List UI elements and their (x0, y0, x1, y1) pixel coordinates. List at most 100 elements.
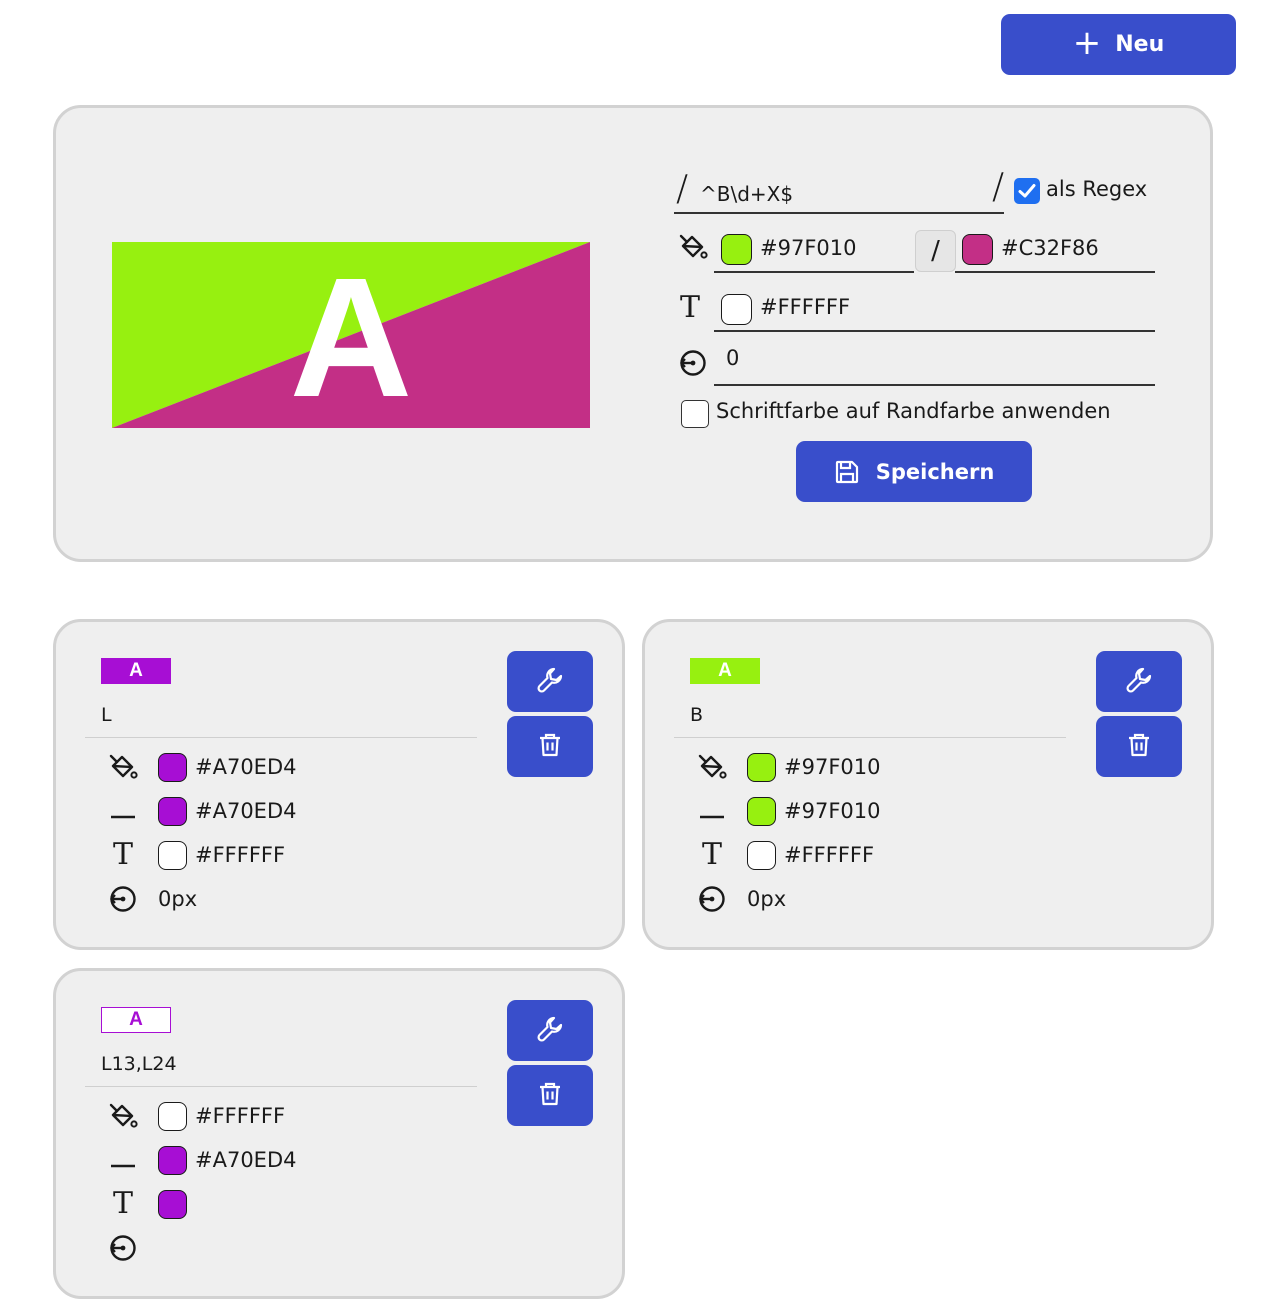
card-badge: A (101, 1007, 171, 1033)
card-border-value: #97F010 (784, 799, 881, 823)
card-badge: A (690, 658, 760, 684)
save-button[interactable]: Speichern (796, 441, 1032, 502)
text-t-icon: T (680, 290, 701, 325)
card-text-swatch (158, 1189, 187, 1219)
editor-panel: A / ^B\d+X$ / als Regex #97F010 / #C32F8… (53, 105, 1213, 562)
card-fill-swatch (747, 752, 776, 782)
as-regex-label: als Regex (1046, 177, 1148, 201)
radius-icon (106, 884, 140, 914)
preview-badge: A (112, 242, 590, 428)
text-color-field[interactable]: #FFFFFF (714, 286, 1155, 332)
swap-label: / (931, 236, 940, 266)
card-divider (674, 737, 1066, 738)
fill-color-b-field[interactable]: #C32F86 (955, 227, 1155, 273)
card-name: L (101, 704, 112, 726)
card-prop-text: T #FFFFFF (695, 837, 874, 873)
as-regex-checkbox[interactable] (1014, 178, 1040, 204)
new-button-label: Neu (1115, 32, 1165, 57)
line-icon (106, 796, 140, 826)
fill-color-b-swatch[interactable] (962, 234, 993, 265)
edit-button[interactable] (507, 651, 593, 712)
wrench-icon (1124, 665, 1154, 699)
style-card: A L13,L24 #FFFFFF #A70ED4 T (53, 968, 625, 1299)
line-icon (106, 1145, 140, 1175)
card-border-swatch (158, 1145, 187, 1175)
edit-button[interactable] (507, 1000, 593, 1061)
fill-color-a-swatch[interactable] (721, 234, 752, 265)
card-prop-border: #A70ED4 (106, 1142, 296, 1178)
preview-letter: A (289, 243, 413, 428)
radius-field[interactable]: 0 (714, 340, 1155, 386)
card-border-swatch (158, 796, 187, 826)
card-border-swatch (747, 796, 776, 826)
regex-input[interactable]: / ^B\d+X$ (674, 168, 1004, 214)
style-card: A B #97F010 #97F010 T #FFFFFF 0px (642, 619, 1214, 950)
fill-color-a-value: #97F010 (760, 236, 857, 260)
card-fill-swatch (158, 1101, 187, 1131)
radius-icon (106, 1233, 140, 1263)
card-prop-radius: 0px (695, 881, 786, 917)
style-card: A L #A70ED4 #A70ED4 T #FFFFFF 0px (53, 619, 625, 950)
radius-icon (695, 884, 729, 914)
card-prop-radius: 0px (106, 881, 197, 917)
plus-icon: + (1072, 23, 1102, 63)
radius-icon (678, 348, 708, 382)
regex-open-slash: / (676, 168, 689, 209)
fill-color-b-value: #C32F86 (1001, 236, 1099, 260)
checkmark-icon (1018, 184, 1036, 198)
card-badge-letter: A (129, 660, 143, 681)
text-t-icon: T (701, 837, 722, 872)
card-prop-text: T #FFFFFF (106, 837, 285, 873)
card-badge: A (101, 658, 171, 684)
card-prop-fill: #A70ED4 (106, 749, 296, 785)
text-color-swatch[interactable] (721, 294, 752, 325)
trash-icon (1125, 731, 1153, 763)
fill-color-a-field[interactable]: #97F010 (714, 227, 914, 273)
card-fill-swatch (158, 752, 187, 782)
paint-bucket-icon (106, 1101, 140, 1131)
card-prop-text: T (106, 1186, 195, 1222)
card-divider (85, 737, 477, 738)
trash-icon (536, 1080, 564, 1112)
paint-bucket-icon (678, 232, 708, 266)
wrench-icon (535, 665, 565, 699)
card-radius-value: 0px (747, 887, 787, 911)
card-border-value: #A70ED4 (195, 1148, 297, 1172)
card-text-swatch (158, 840, 187, 870)
card-fill-value: #97F010 (784, 755, 881, 779)
line-icon (695, 796, 729, 826)
card-prop-fill: #FFFFFF (106, 1098, 285, 1134)
swap-colors-button[interactable]: / (915, 230, 956, 272)
save-button-label: Speichern (875, 459, 995, 484)
card-name: L13,L24 (101, 1053, 177, 1075)
text-color-value: #FFFFFF (760, 295, 851, 319)
radius-value: 0 (726, 346, 740, 370)
card-prop-border: #97F010 (695, 793, 880, 829)
apply-font-color-checkbox[interactable] (681, 400, 709, 428)
edit-button[interactable] (1096, 651, 1182, 712)
card-prop-border: #A70ED4 (106, 793, 296, 829)
card-text-value: #FFFFFF (195, 843, 286, 867)
card-badge-letter: A (718, 660, 732, 681)
text-t-icon: T (112, 1186, 133, 1221)
apply-font-color-label: Schriftfarbe auf Randfarbe anwenden (716, 399, 1111, 423)
paint-bucket-icon (106, 752, 140, 782)
text-t-icon: T (112, 837, 133, 872)
paint-bucket-icon (695, 752, 729, 782)
delete-button[interactable] (507, 716, 593, 777)
wrench-icon (535, 1014, 565, 1048)
new-button[interactable]: + Neu (1001, 14, 1236, 75)
delete-button[interactable] (507, 1065, 593, 1126)
floppy-disk-icon (835, 460, 858, 483)
card-text-value: #FFFFFF (784, 843, 875, 867)
card-prop-radius (106, 1230, 158, 1266)
regex-close-slash: / (992, 166, 1005, 207)
card-name: B (690, 704, 704, 726)
regex-value: ^B\d+X$ (700, 182, 794, 206)
card-text-swatch (747, 840, 776, 870)
delete-button[interactable] (1096, 716, 1182, 777)
card-fill-value: #A70ED4 (195, 755, 297, 779)
card-border-value: #A70ED4 (195, 799, 297, 823)
card-fill-value: #FFFFFF (195, 1104, 286, 1128)
trash-icon (536, 731, 564, 763)
